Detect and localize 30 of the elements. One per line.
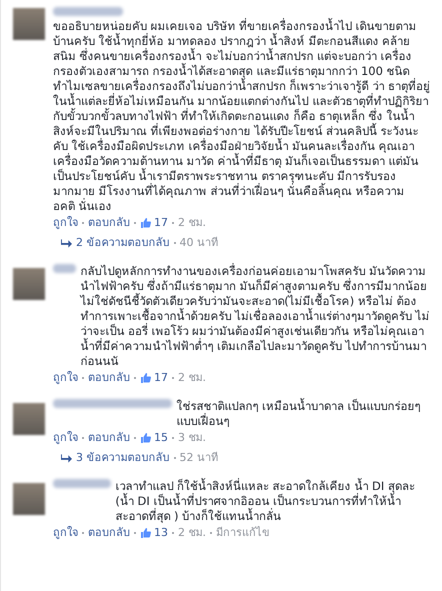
replies-link[interactable]: 2 ข้อความตอบกลับ bbox=[76, 236, 170, 250]
reply-time: 40 นาที bbox=[180, 236, 218, 250]
comment-text: เวลาทำแลป ก็ใช้น้ำสิงห์นี่แหละ สะอาดใกล้เคียง น้ำ DI สุดละ (น้ำ DI เป็นน้ำที่ปราศจากอิออน เป็นกระบวนการที่ทำให้น้ำสะอาดที่สุด ) บ้างก็ใช้แทนน้ำกลั่น bbox=[115, 479, 416, 524]
comment-text: ขออธิบายหน่อยคับ ผมเคยเจอ บริษัท ที่ขายเครื่องกรองน้ำไป เดินขายตามบ้านครับ ใช้น้ำทุกยี่ห้อ มาทดลอง ปรากฎว่า น้ำสิงห์ มีตะกอนสีแดง คล้ายสนิม ซึ่งคนขายเครื่องกรองน้ำ จะไม่บอกว่าน้ำสกปรก แต่จะบอกว่า เครื่องกรองตัวเองสามารถ กรองน้ำได้สะอาดสุด และมีแร่ธาตุมากกว่า 100 ชนิด ทำไมเซลขายเครื่องกรองถึงไม่บอกว่าน้ำสกปรก ก็เพราะว่าเจารู้ดี ว่า ธาตุที่อยู่ในน้ำแต่ละยี่ห้อไม่เหมือนกัน มากน้อยแตกต่างกันไป และตัวธาตุที่ทำปฏิกิริยา กับขั้วบวกขั้วลบทางไฟฟ้า ที่ทำให้เกิดตะกอนแดง ก็คือ ธาตุเหล็ก ซึ่ง ในน้ำสิงห์จะมีในปริมาณ ที่เพียงพอต่อร่างกาย ได้รับปีะโยชน์ ส่วนคลิปนี้ ระวังนะคับ ใช้เครื่องมือผิดประเภท เครื่องมือฝ่ายวิจัยน้ำ มันคนละเรื่องกัน คุณเอาเครื่องมือวัดความต้านทาน มาวัด ค่าน้ำที่มีธาตุ มันก็เจอเป็นธรรมดา แต่มันเป็นประโยชน์คับ น้ำเรามีตราพระราชทาน ตราครุฑนะคับ มีการรับรองมากมาย มีโรงงานที่ได้คุณภาพ ส่วนที่ว่าเฝื่อนๆ นั่นคือลิ้นคุณ หรือความ อคติ นั่นเอง bbox=[53, 19, 430, 214]
avatar[interactable] bbox=[13, 403, 45, 435]
reply-arrow-icon bbox=[61, 238, 72, 248]
reply-arrow-icon bbox=[61, 453, 72, 463]
avatar[interactable] bbox=[13, 483, 45, 515]
reply-link[interactable]: ตอบกลับ bbox=[88, 216, 130, 230]
like-count: 13 bbox=[154, 526, 168, 540]
like-count: 17 bbox=[154, 216, 168, 230]
like-link[interactable]: ถูกใจ bbox=[53, 431, 78, 445]
reply-time: 52 นาที bbox=[180, 451, 218, 465]
reply-link[interactable]: ตอบกลับ bbox=[88, 371, 130, 385]
reply-link[interactable]: ตอบกลับ bbox=[88, 526, 130, 540]
like-link[interactable]: ถูกใจ bbox=[53, 526, 78, 540]
like-link[interactable]: ถูกใจ bbox=[53, 371, 78, 385]
like-count: 17 bbox=[154, 371, 168, 385]
thumbs-up-icon bbox=[140, 372, 152, 384]
thumbs-up-icon bbox=[140, 217, 152, 229]
avatar[interactable] bbox=[13, 268, 45, 300]
comment-text: ใช่รสชาติแปลกๆ เหมือนน้ำบาดาล เป็นแบบกร่อยๆแบบเฝื่อนๆ bbox=[176, 399, 422, 429]
replies-link[interactable]: 3 ข้อความตอบกลับ bbox=[76, 451, 170, 465]
like-count: 15 bbox=[154, 431, 168, 445]
like-link[interactable]: ถูกใจ bbox=[53, 216, 78, 230]
reply-link[interactable]: ตอบกลับ bbox=[88, 431, 130, 445]
avatar[interactable] bbox=[13, 8, 45, 40]
thumbs-up-icon bbox=[140, 432, 152, 444]
comment-text: กลับไปดูหลักการทำงานของเครื่องก่อนค่อยเอามาโพสครับ มันวัดความนำไฟฟ้าครับ ซึ่งถ้ามีแร่ธาตุมาก มันก็มีค่าสูงตามครับ ซึ่งการมีมากน้อยไม่ใช่ดัชนีชี้วัดตัวเดียวครับว่ามันจะสะอาด(ไม่มีเชื้อโรค) หรือไม่ ต้องทำการเพาะเชื้อจากน้ำด้วยครับ ไม่เชื่อลองเอาน้ำแร่ต่างๆมาวัดดูครับ ไม่ว่าจะเป็น ออรี่ เพอโร้ว ผมว่ามันต้องมีค่าสูงเช่นเดียวกัน หรือไม่คุณเอาน้ำที่มีค่าความนำไฟฟ้าต่ำๆ เติมเกลือไปละมาวัดดูครับ ไปทำการบ้านมาก่อนนนั bbox=[80, 264, 430, 369]
thumbs-up-icon bbox=[140, 527, 152, 539]
